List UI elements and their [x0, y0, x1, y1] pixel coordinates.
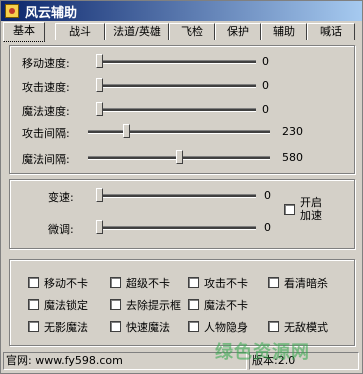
magic-speed-slider[interactable]: 魔法速度: 0	[22, 102, 342, 118]
slider-label: 魔法间隔:	[22, 153, 70, 166]
enable-accel-label: 开启 加速	[300, 196, 322, 222]
option-label[interactable]: 去除提示框	[126, 297, 181, 313]
slider-track[interactable]	[96, 108, 256, 112]
tab-shout[interactable]: 喊话	[307, 23, 355, 40]
option-checkbox[interactable]	[28, 277, 39, 288]
option-label[interactable]: 超级不卡	[126, 275, 170, 291]
slider-track[interactable]	[88, 130, 270, 134]
slider-thumb[interactable]	[96, 102, 103, 116]
slider-thumb[interactable]	[175, 150, 183, 164]
slider-thumb[interactable]	[96, 78, 103, 92]
title-bar[interactable]: 风云辅助	[1, 1, 362, 21]
option-checkbox[interactable]	[268, 321, 279, 332]
option-checkbox[interactable]	[110, 277, 121, 288]
move-speed-slider[interactable]: 移动速度: 0	[22, 54, 342, 70]
slider-thumb[interactable]	[96, 220, 103, 234]
tab-combat[interactable]: 战斗	[55, 23, 105, 40]
enable-accel-checkbox[interactable]	[284, 204, 295, 215]
shift-speed-slider[interactable]: 变速: 0	[22, 188, 282, 204]
option-checkbox[interactable]	[28, 321, 39, 332]
slider-value: 0	[262, 55, 269, 68]
window-title: 风云辅助	[25, 6, 78, 21]
attack-interval-slider[interactable]: 攻击间隔: 230	[22, 124, 342, 140]
option-label[interactable]: 魔法不卡	[204, 297, 248, 313]
option-checkbox[interactable]	[188, 321, 199, 332]
enable-accel-label-line1: 开启	[300, 196, 322, 209]
options-panel: 移动不卡 超级不卡 攻击不卡 看清暗杀 魔法锁定 去除提示框 魔法不卡 无影魔法…	[9, 259, 355, 346]
slider-thumb[interactable]	[123, 124, 130, 138]
option-checkbox[interactable]	[110, 299, 121, 310]
watermark: 绿色资源网	[215, 342, 310, 363]
website-status: 官网: www.fy598.com	[3, 352, 247, 370]
tab-strip: 基本 战斗 法道/英雄 飞检 保护 辅助 喊话	[3, 22, 362, 42]
slider-track[interactable]	[96, 60, 256, 64]
slider-label: 移动速度:	[22, 57, 70, 70]
slider-label: 魔法速度:	[22, 105, 70, 118]
magic-interval-slider[interactable]: 魔法间隔: 580	[22, 150, 342, 166]
slider-value: 230	[282, 125, 303, 138]
option-label[interactable]: 移动不卡	[44, 275, 88, 291]
tab-basic[interactable]: 基本	[3, 22, 45, 42]
slider-value: 0	[262, 79, 269, 92]
speed-settings-panel: 移动速度: 0 攻击速度: 0 魔法速度: 0 攻击间隔: 230 魔法间隔:	[9, 45, 355, 174]
option-checkbox[interactable]	[268, 277, 279, 288]
fine-tune-slider[interactable]: 微调: 0	[22, 220, 282, 236]
slider-track[interactable]	[96, 194, 256, 198]
variable-speed-panel: 变速: 0 微调: 0 开启 加速	[9, 179, 355, 249]
slider-label: 攻击间隔:	[22, 127, 70, 140]
slider-track[interactable]	[96, 84, 256, 88]
option-checkbox[interactable]	[188, 277, 199, 288]
slider-value: 0	[264, 221, 271, 234]
option-checkbox[interactable]	[188, 299, 199, 310]
option-label[interactable]: 攻击不卡	[204, 275, 248, 291]
slider-thumb[interactable]	[96, 54, 103, 68]
option-label[interactable]: 无影魔法	[44, 319, 88, 335]
option-label[interactable]: 人物隐身	[204, 319, 248, 335]
option-label[interactable]: 魔法锁定	[44, 297, 88, 313]
slider-label: 变速:	[48, 191, 74, 204]
attack-speed-slider[interactable]: 攻击速度: 0	[22, 78, 342, 94]
tab-taoist-hero[interactable]: 法道/英雄	[105, 23, 169, 40]
slider-value: 580	[282, 151, 303, 164]
slider-value: 0	[264, 189, 271, 202]
enable-accel-label-line2: 加速	[300, 209, 322, 222]
slider-track[interactable]	[96, 226, 256, 230]
slider-label: 微调:	[48, 223, 74, 236]
option-label[interactable]: 快速魔法	[126, 319, 170, 335]
slider-thumb[interactable]	[96, 188, 103, 202]
option-checkbox[interactable]	[110, 321, 121, 332]
app-window: 风云辅助 基本 战斗 法道/英雄 飞检 保护 辅助 喊话 移动速度: 0 攻击速…	[0, 0, 363, 374]
option-label[interactable]: 看清暗杀	[284, 275, 328, 291]
slider-label: 攻击速度:	[22, 81, 70, 94]
option-checkbox[interactable]	[28, 299, 39, 310]
tab-assist[interactable]: 辅助	[261, 23, 307, 40]
tab-fly-check[interactable]: 飞检	[169, 23, 215, 40]
option-label[interactable]: 无敌模式	[284, 319, 328, 335]
tab-protection[interactable]: 保护	[215, 23, 261, 40]
slider-value: 0	[262, 103, 269, 116]
app-icon	[5, 4, 19, 18]
